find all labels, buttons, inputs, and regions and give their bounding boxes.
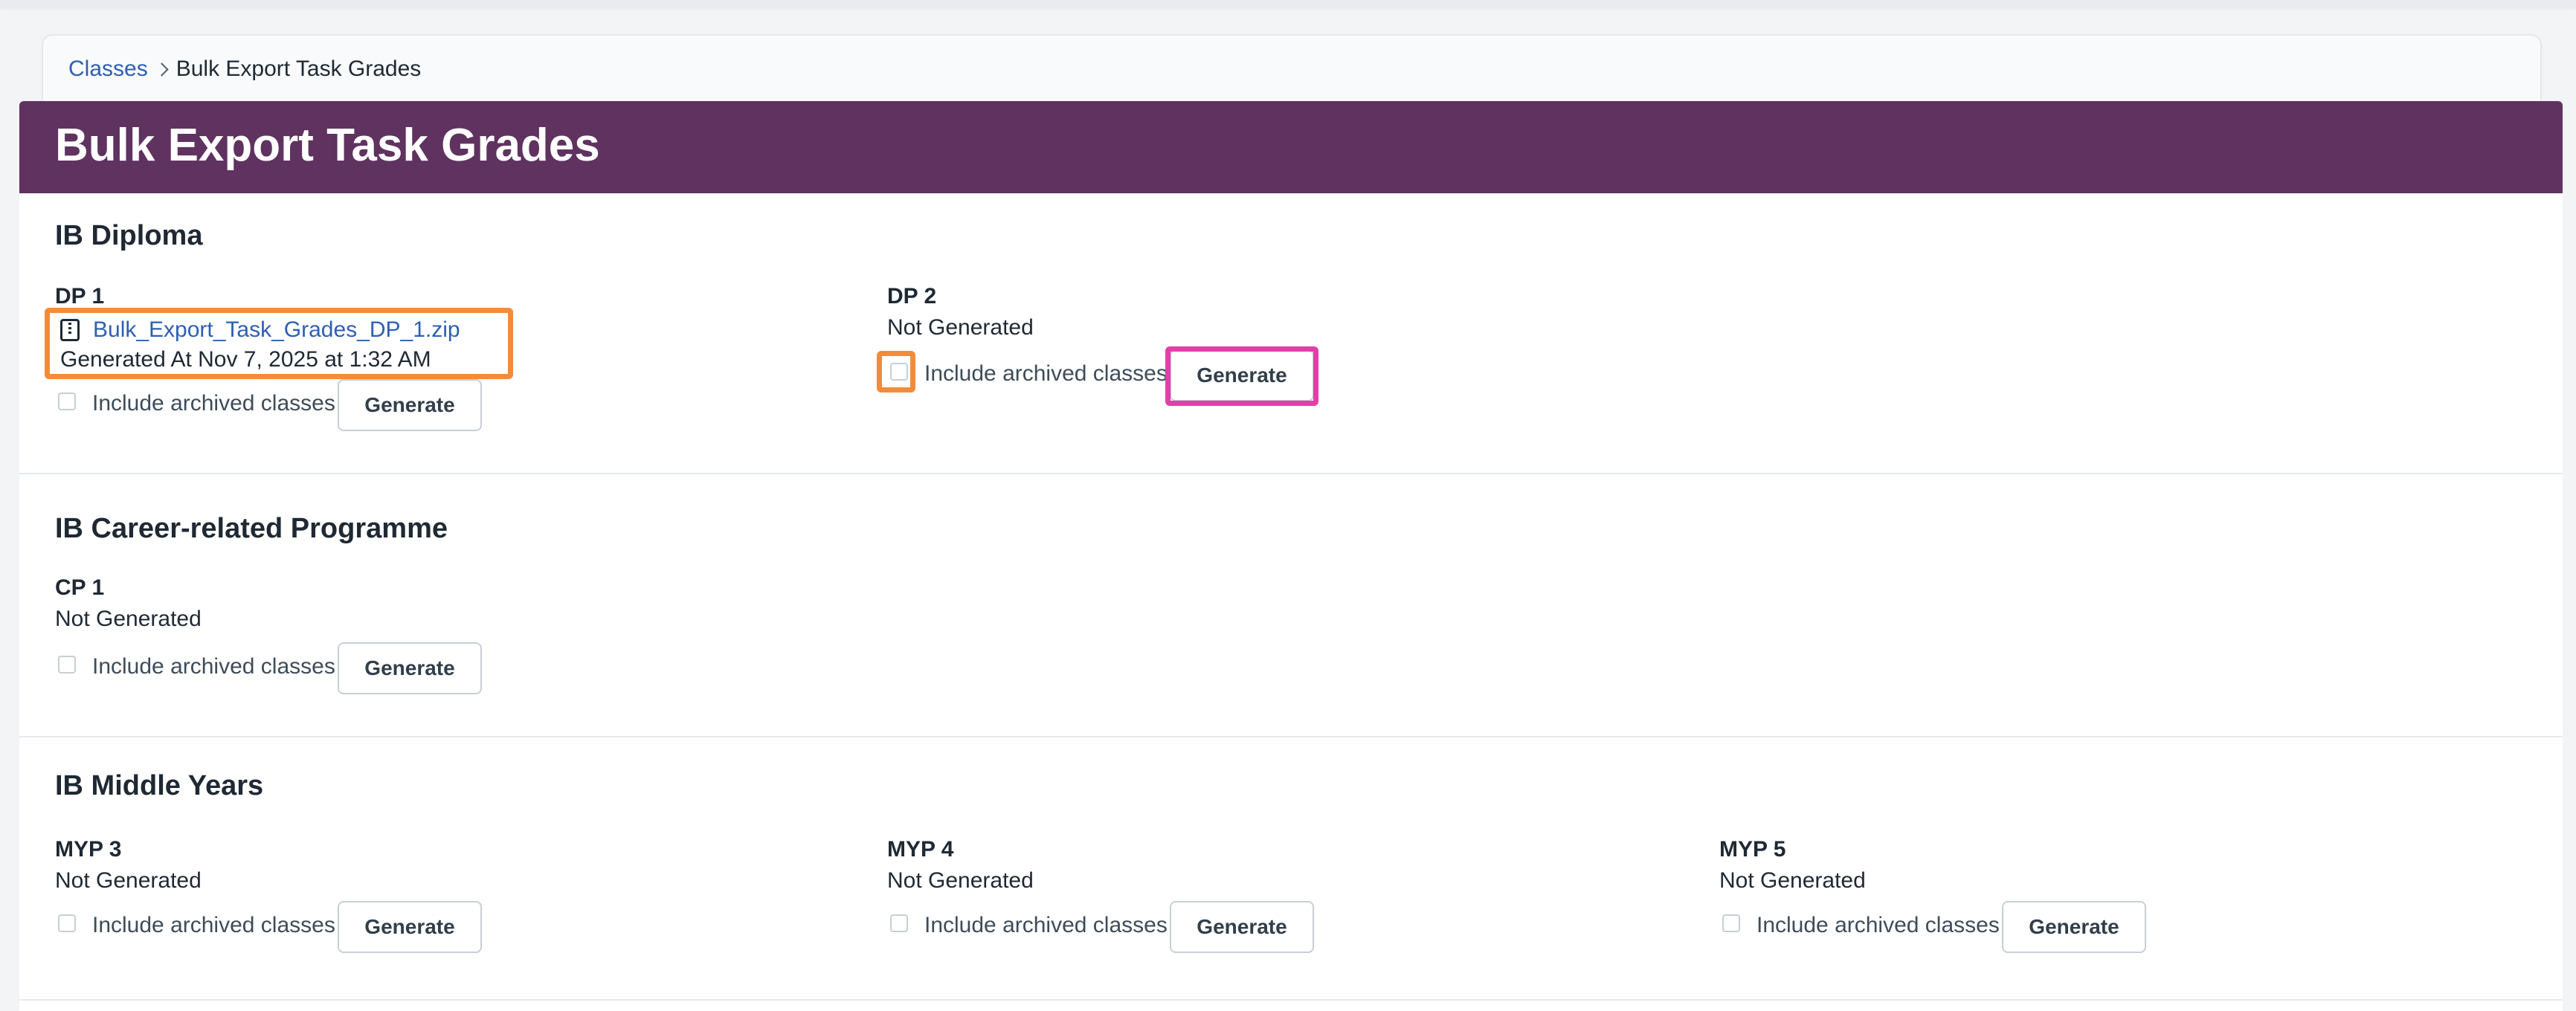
breadcrumb-current: Bulk Export Task Grades: [176, 56, 422, 81]
section-title: IB Diploma: [55, 220, 203, 251]
include-archived-label: Include archived classes: [924, 913, 1168, 937]
grade-myp-4: MYP 4 Not Generated Include archived cla…: [887, 837, 1631, 986]
generate-button[interactable]: Generate: [2002, 901, 2146, 953]
section-ib-diploma: IB Diploma DP 1 Bulk_Export_Task_Grades_…: [19, 193, 2563, 474]
status-text: Not Generated: [1719, 868, 1866, 893]
export-controls: Include archived classes Generate: [1719, 901, 2389, 955]
include-archived-checkbox[interactable]: [890, 914, 908, 932]
generated-file-box: Bulk_Export_Task_Grades_DP_1.zip Generat…: [45, 308, 513, 379]
include-archived-label: Include archived classes: [924, 361, 1168, 386]
section-title: IB Career-related Programme: [55, 513, 448, 544]
section-ib-middle-years: IB Middle Years MYP 3 Not Generated Incl…: [19, 737, 2563, 1001]
file-name: Bulk_Export_Task_Grades_DP_1.zip: [93, 317, 460, 342]
include-archived-checkbox[interactable]: [58, 656, 76, 674]
breadcrumb: Classes Bulk Export Task Grades: [68, 56, 421, 82]
export-controls: Include archived classes Generate: [887, 901, 1556, 955]
grade-name: MYP 3: [55, 837, 122, 862]
grade-dp-2: DP 2 Not Generated Include archived clas…: [877, 284, 1631, 433]
grade-name: MYP 4: [887, 837, 954, 862]
top-bar: [0, 0, 2576, 7]
main-content: IB Diploma DP 1 Bulk_Export_Task_Grades_…: [19, 193, 2563, 1011]
export-controls: Include archived classes Generate: [55, 379, 724, 433]
include-archived-label: Include archived classes: [92, 654, 335, 679]
export-controls: Include archived classes Generate: [55, 901, 724, 955]
include-archived-checkbox[interactable]: [890, 363, 908, 381]
export-controls: Include archived classes Generate: [877, 346, 1556, 406]
status-text: Not Generated: [55, 607, 202, 631]
include-archived-label: Include archived classes: [92, 913, 335, 937]
generate-button[interactable]: Generate: [338, 642, 482, 694]
generate-button[interactable]: Generate: [338, 901, 482, 953]
zip-file-icon: [60, 319, 80, 341]
page-header: Bulk Export Task Grades: [19, 101, 2563, 193]
export-controls: Include archived classes Generate: [55, 642, 724, 696]
include-archived-checkbox[interactable]: [1722, 914, 1740, 932]
grade-dp-1: DP 1 Bulk_Export_Task_Grades_DP_1.zip Ge…: [45, 284, 799, 433]
grade-cp-1: CP 1 Not Generated Include archived clas…: [55, 575, 799, 724]
section-ib-career-related: IB Career-related Programme CP 1 Not Gen…: [19, 474, 2563, 737]
generate-button[interactable]: Generate: [338, 379, 482, 431]
generated-at-text: Generated At Nov 7, 2025 at 1:32 AM: [60, 347, 431, 372]
include-archived-checkbox[interactable]: [58, 393, 76, 410]
chevron-right-icon: [148, 58, 176, 80]
include-archived-checkbox[interactable]: [58, 914, 76, 932]
status-text: Not Generated: [55, 868, 202, 893]
status-text: Not Generated: [887, 315, 1034, 340]
section-title: IB Middle Years: [55, 770, 264, 801]
include-archived-label: Include archived classes: [1756, 913, 2000, 937]
generate-button[interactable]: Generate: [1170, 349, 1314, 401]
page-title: Bulk Export Task Grades: [55, 120, 600, 171]
grade-myp-5: MYP 5 Not Generated Include archived cla…: [1719, 837, 2463, 986]
breadcrumb-card: Classes Bulk Export Task Grades: [42, 34, 2542, 106]
grade-name: DP 1: [55, 284, 105, 309]
generate-button[interactable]: Generate: [1170, 901, 1314, 953]
status-text: Not Generated: [887, 868, 1034, 893]
grade-name: CP 1: [55, 575, 105, 600]
breadcrumb-link-classes[interactable]: Classes: [68, 56, 148, 82]
file-download-link[interactable]: Bulk_Export_Task_Grades_DP_1.zip: [60, 317, 460, 343]
grade-name: DP 2: [887, 284, 937, 309]
include-archived-label: Include archived classes: [92, 391, 335, 416]
grade-myp-3: MYP 3 Not Generated Include archived cla…: [55, 837, 799, 986]
grade-name: MYP 5: [1719, 837, 1786, 862]
